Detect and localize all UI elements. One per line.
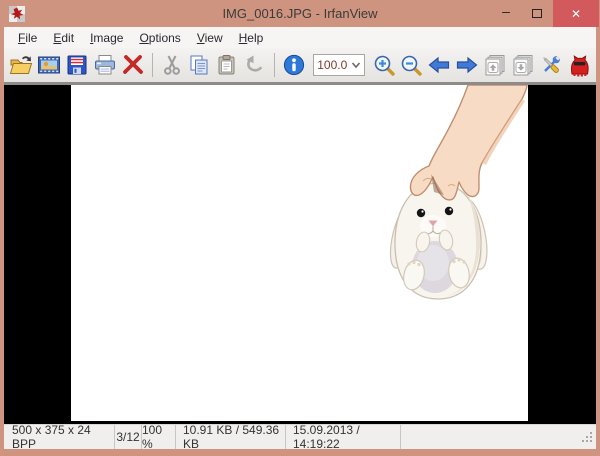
image-canvas[interactable] — [4, 85, 596, 424]
toolbar-separator — [274, 53, 275, 77]
photo-viewport — [71, 85, 528, 421]
print-button[interactable] — [91, 51, 119, 79]
titlebar[interactable]: IMG_0016.JPG - IrfanView – ✕ — [0, 0, 600, 27]
copy-icon — [187, 53, 211, 77]
slideshow-icon — [37, 53, 61, 77]
zoom-out-button[interactable] — [397, 51, 425, 79]
zoom-out-icon — [399, 53, 423, 77]
menu-file[interactable]: File — [10, 29, 45, 47]
status-file-size: 10.91 KB / 549.36 KB — [176, 425, 286, 449]
info-icon — [282, 53, 306, 77]
arrow-left-icon — [427, 53, 451, 77]
wrench-screwdriver-icon — [539, 53, 563, 77]
status-image-dimensions: 500 x 375 x 24 BPP — [4, 425, 115, 449]
save-button[interactable] — [63, 51, 91, 79]
open-button[interactable] — [7, 51, 35, 79]
info-button[interactable] — [280, 51, 308, 79]
slideshow-button[interactable] — [35, 51, 63, 79]
menu-view[interactable]: View — [189, 29, 231, 47]
exit-button[interactable] — [565, 51, 593, 79]
maximize-icon — [532, 9, 542, 18]
arrow-right-icon — [455, 53, 479, 77]
undo-arrow-icon — [243, 53, 267, 77]
next-image-button[interactable] — [453, 51, 481, 79]
resize-grip-icon[interactable] — [581, 431, 594, 444]
paste-button[interactable] — [213, 51, 241, 79]
save-icon — [65, 53, 89, 77]
menu-edit[interactable]: Edit — [45, 29, 82, 47]
zoom-value: 100.0 — [317, 58, 350, 72]
statusbar: 500 x 375 x 24 BPP 3/12 100 % 10.91 KB /… — [4, 424, 596, 449]
hand-holding-plush-bunny-illustration — [71, 85, 528, 421]
previous-image-button[interactable] — [425, 51, 453, 79]
client-area: File Edit Image Options View Help — [4, 27, 596, 449]
irfanview-app-icon — [9, 6, 25, 22]
menu-image[interactable]: Image — [82, 29, 131, 47]
open-folder-icon — [9, 53, 33, 77]
zoom-in-icon — [372, 53, 396, 77]
zoom-in-button[interactable] — [370, 51, 398, 79]
cut-scissors-icon — [160, 53, 184, 77]
pages-down-icon — [511, 53, 535, 77]
status-zoom-level: 100 % — [142, 425, 176, 449]
paste-clipboard-icon — [215, 53, 239, 77]
menu-help[interactable]: Help — [231, 29, 272, 47]
irfanview-cat-exit-icon — [567, 53, 591, 77]
pages-up-button[interactable] — [481, 51, 509, 79]
maximize-button[interactable] — [521, 0, 553, 27]
irfanview-window: IMG_0016.JPG - IrfanView – ✕ File Edit I… — [0, 0, 600, 456]
zoom-combobox[interactable]: 100.0 — [313, 54, 364, 76]
undo-button[interactable] — [241, 51, 269, 79]
pages-down-button[interactable] — [509, 51, 537, 79]
menubar: File Edit Image Options View Help — [4, 27, 596, 48]
status-image-position: 3/12 — [115, 425, 142, 449]
toolbar: 100.0 — [4, 48, 596, 85]
copy-button[interactable] — [186, 51, 214, 79]
delete-button[interactable] — [119, 51, 147, 79]
minimize-button[interactable]: – — [491, 0, 521, 27]
print-icon — [93, 53, 117, 77]
chevron-down-icon — [351, 60, 361, 70]
menu-options[interactable]: Options — [131, 29, 188, 47]
settings-button[interactable] — [537, 51, 565, 79]
toolbar-separator — [152, 53, 153, 77]
delete-icon — [121, 53, 145, 77]
close-button[interactable]: ✕ — [553, 0, 599, 27]
pages-up-icon — [483, 53, 507, 77]
status-file-datetime: 15.09.2013 / 14:19:22 — [286, 425, 401, 449]
status-empty-segment — [401, 425, 596, 449]
cut-button[interactable] — [158, 51, 186, 79]
